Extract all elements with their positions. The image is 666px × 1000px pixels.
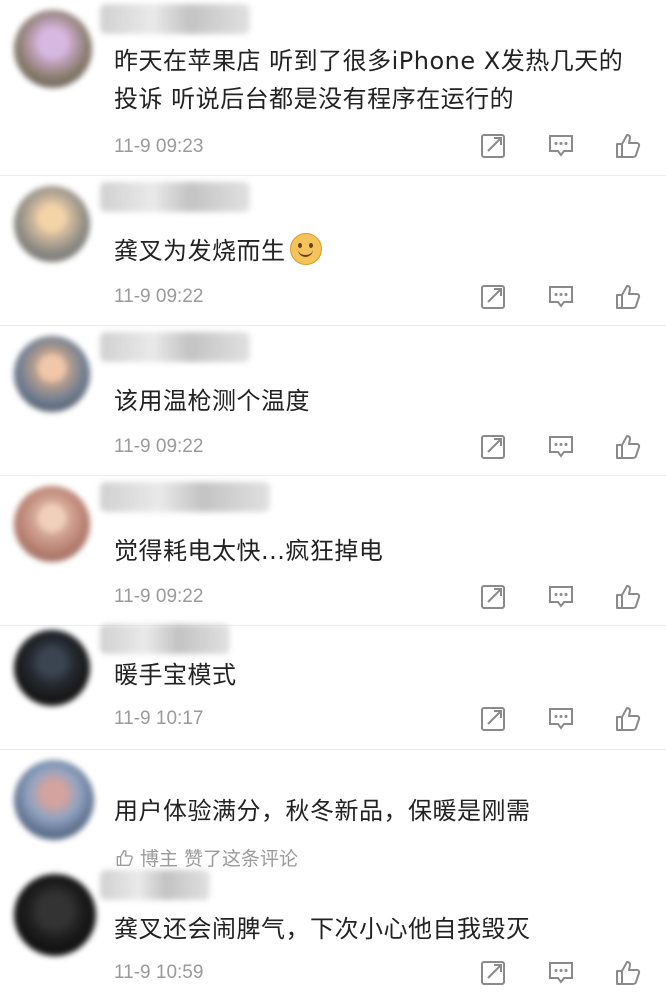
avatar[interactable] [14,10,92,88]
username-blurred[interactable] [100,624,230,654]
reply-icon[interactable] [546,432,576,462]
reply-icon[interactable] [546,582,576,612]
avatar[interactable] [14,336,90,412]
comment-item: 昨天在苹果店 听到了很多iPhone X发热几天的投诉 听说后台都是没有程序在运… [0,0,666,176]
comment-item: 觉得耗电太快...疯狂掉电 11-9 09:22 [0,476,666,626]
comment-text: 昨天在苹果店 听到了很多iPhone X发热几天的投诉 听说后台都是没有程序在运… [114,47,624,113]
avatar[interactable] [14,486,90,562]
comment-text-value: 龚叉为发烧而生 [114,237,286,265]
comment-timestamp: 11-9 09:23 [114,136,204,157]
comment-timestamp: 11-9 10:17 [114,708,204,729]
comment-list: 昨天在苹果店 听到了很多iPhone X发热几天的投诉 听说后台都是没有程序在运… [0,0,666,1000]
share-icon[interactable] [478,432,508,462]
comment-text: 该用温枪测个温度 [114,387,310,415]
share-icon[interactable] [478,131,508,161]
comment-item: 龚叉为发烧而生 11-9 09:22 [0,176,666,326]
comment-text: 龚叉还会闹脾气，下次小心他自我毁灭 [114,915,531,943]
smile-emoji-icon [289,233,322,265]
username-blurred[interactable] [100,4,250,34]
comment-timestamp: 11-9 09:22 [114,436,204,457]
comment-item: 暖手宝模式 11-9 10:17 [0,624,666,750]
comment-item: 该用温枪测个温度 11-9 09:22 [0,326,666,476]
avatar[interactable] [14,760,94,840]
thumbs-up-icon[interactable] [612,432,642,462]
comment-text: 用户体验满分，秋冬新品，保暖是刚需 [114,797,531,825]
thumbs-up-icon[interactable] [612,282,642,312]
thumbs-up-icon[interactable] [612,582,642,612]
comment-item: 用户体验满分，秋冬新品，保暖是刚需 博主 赞了这条评论 [0,750,666,870]
reply-icon[interactable] [546,282,576,312]
thumbs-up-icon[interactable] [612,704,642,734]
share-icon[interactable] [478,958,508,988]
avatar[interactable] [14,186,90,262]
username-blurred[interactable] [100,482,270,512]
comment-timestamp: 11-9 10:59 [114,962,204,983]
comment-timestamp: 11-9 09:22 [114,586,204,607]
reply-icon[interactable] [546,131,576,161]
thumbs-up-icon [114,848,134,868]
reply-icon[interactable] [546,704,576,734]
thumbs-up-icon[interactable] [612,131,642,161]
avatar[interactable] [14,630,90,706]
comment-text: 龚叉为发烧而生 [114,232,646,270]
comment-timestamp: 11-9 09:22 [114,286,204,307]
share-icon[interactable] [478,582,508,612]
username-blurred[interactable] [100,332,250,362]
username-blurred[interactable] [100,870,210,900]
reply-icon[interactable] [546,958,576,988]
share-icon[interactable] [478,282,508,312]
username-blurred[interactable] [100,182,250,212]
avatar[interactable] [14,874,96,956]
comment-text: 觉得耗电太快...疯狂掉电 [114,537,384,565]
thumbs-up-icon[interactable] [612,958,642,988]
comment-item: 龚叉还会闹脾气，下次小心他自我毁灭 11-9 10:59 [0,866,666,1000]
comment-text: 暖手宝模式 [114,661,237,689]
share-icon[interactable] [478,704,508,734]
